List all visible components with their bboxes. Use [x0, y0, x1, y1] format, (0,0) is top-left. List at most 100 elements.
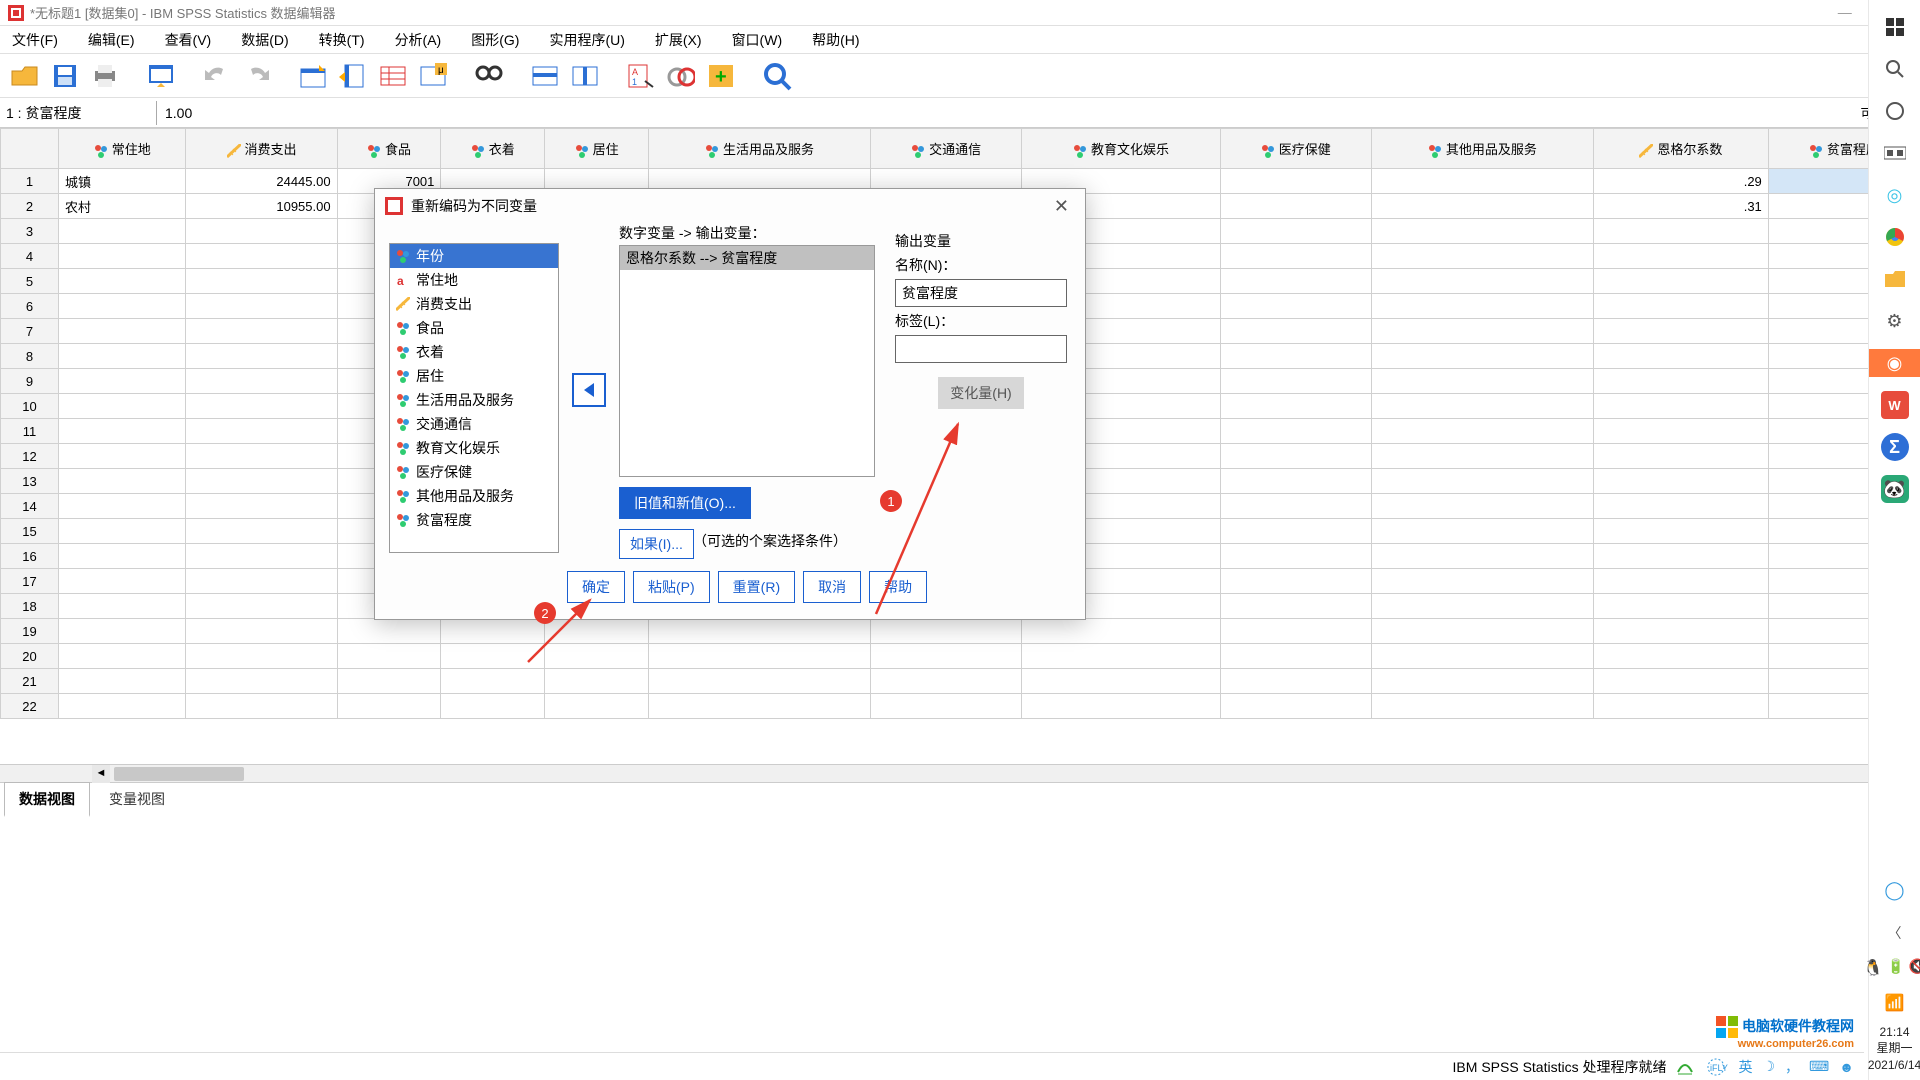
system-clock[interactable]: 21:14 星期一 2021/6/14 [1868, 1024, 1920, 1080]
cell[interactable] [1220, 244, 1371, 269]
menu-analyze[interactable]: 分析(A) [389, 28, 448, 52]
variable-list[interactable]: 年份a常住地消费支出食品衣着居住生活用品及服务交通通信教育文化娱乐医疗保健其他用… [389, 243, 559, 553]
row-header[interactable]: 17 [1, 569, 59, 594]
old-new-values-button[interactable]: 旧值和新值(O)... [619, 487, 751, 519]
row-header[interactable]: 1 [1, 169, 59, 194]
cell[interactable] [1593, 394, 1768, 419]
tray-volume-icon[interactable]: 🔇 [1908, 958, 1920, 978]
cell[interactable] [1593, 219, 1768, 244]
tray-qq-icon[interactable]: 🐧 [1863, 958, 1883, 978]
cell[interactable] [59, 494, 186, 519]
cell[interactable] [186, 219, 337, 244]
cancel-button[interactable]: 取消 [803, 571, 861, 603]
cell[interactable] [871, 644, 1022, 669]
cell[interactable] [337, 669, 441, 694]
undo-icon[interactable] [200, 59, 234, 93]
cell[interactable] [1371, 194, 1593, 219]
cell[interactable] [1371, 269, 1593, 294]
cell[interactable] [1371, 594, 1593, 619]
cell[interactable] [186, 644, 337, 669]
cell[interactable] [1593, 469, 1768, 494]
select-cases-icon[interactable]: + [704, 59, 738, 93]
cell[interactable] [648, 669, 870, 694]
column-header[interactable]: 居住 [545, 129, 649, 169]
cell[interactable] [1022, 694, 1220, 719]
task-view-icon[interactable] [1881, 139, 1909, 167]
cell[interactable] [1220, 419, 1371, 444]
cell[interactable] [1371, 544, 1593, 569]
minimize-button[interactable]: ― [1838, 4, 1852, 21]
variable-list-item[interactable]: 食品 [390, 316, 558, 340]
row-header[interactable]: 21 [1, 669, 59, 694]
insert-variable-icon[interactable] [568, 59, 602, 93]
cell[interactable] [59, 244, 186, 269]
cell[interactable] [1220, 394, 1371, 419]
cell[interactable] [1593, 344, 1768, 369]
cell[interactable] [59, 669, 186, 694]
cell[interactable] [1220, 669, 1371, 694]
cell[interactable] [1022, 669, 1220, 694]
cell[interactable] [871, 694, 1022, 719]
variable-list-item[interactable]: 医疗保健 [390, 460, 558, 484]
run-descriptives-icon[interactable]: μ [416, 59, 450, 93]
cell[interactable] [1220, 294, 1371, 319]
chrome-icon[interactable] [1881, 223, 1909, 251]
row-header[interactable]: 7 [1, 319, 59, 344]
mapping-list[interactable]: 恩格尔系数 --> 贫富程度 [619, 245, 875, 477]
scroll-left-button[interactable]: ◄ [92, 765, 110, 783]
column-header[interactable]: 其他用品及服务 [1371, 129, 1593, 169]
tag-input[interactable] [895, 335, 1067, 363]
row-header[interactable]: 11 [1, 419, 59, 444]
cell[interactable] [59, 519, 186, 544]
cell[interactable] [1371, 694, 1593, 719]
column-header[interactable]: 教育文化娱乐 [1022, 129, 1220, 169]
name-input[interactable] [895, 279, 1067, 307]
cell[interactable] [59, 644, 186, 669]
redo-icon[interactable] [240, 59, 274, 93]
cell[interactable] [59, 344, 186, 369]
cell[interactable]: 城镇 [59, 169, 186, 194]
cell[interactable] [186, 694, 337, 719]
cell[interactable] [1220, 644, 1371, 669]
cell[interactable] [1593, 294, 1768, 319]
column-header[interactable]: 医疗保健 [1220, 129, 1371, 169]
cell[interactable] [1593, 544, 1768, 569]
horizontal-scrollbar[interactable]: ◄ ► [0, 764, 1920, 782]
cell-value-input[interactable]: 1.00 [156, 101, 1851, 125]
ok-button[interactable]: 确定 [567, 571, 625, 603]
start-icon[interactable] [1881, 13, 1909, 41]
cell[interactable] [441, 694, 545, 719]
cell[interactable] [59, 219, 186, 244]
menu-edit[interactable]: 编辑(E) [82, 28, 141, 52]
cell[interactable] [186, 544, 337, 569]
cell[interactable] [1220, 319, 1371, 344]
cell[interactable] [648, 619, 870, 644]
cell[interactable] [1593, 619, 1768, 644]
insert-cases-icon[interactable] [528, 59, 562, 93]
row-header[interactable]: 14 [1, 494, 59, 519]
cell[interactable] [59, 394, 186, 419]
value-labels-icon[interactable] [760, 59, 794, 93]
cell[interactable] [186, 244, 337, 269]
variable-list-item[interactable]: a常住地 [390, 268, 558, 292]
cell[interactable] [186, 419, 337, 444]
column-header[interactable]: 交通通信 [871, 129, 1022, 169]
row-header[interactable]: 13 [1, 469, 59, 494]
goto-case-icon[interactable] [296, 59, 330, 93]
variable-list-item[interactable]: 其他用品及服务 [390, 484, 558, 508]
cell[interactable] [1371, 444, 1593, 469]
cell[interactable] [1371, 644, 1593, 669]
column-header[interactable]: 恩格尔系数 [1593, 129, 1768, 169]
cell[interactable] [337, 694, 441, 719]
cell[interactable] [59, 419, 186, 444]
weight-cases-icon[interactable] [664, 59, 698, 93]
cell[interactable] [337, 619, 441, 644]
explorer-icon[interactable] [1881, 265, 1909, 293]
tab-data-view[interactable]: 数据视图 [4, 782, 90, 817]
row-header[interactable]: 2 [1, 194, 59, 219]
cell[interactable] [545, 644, 649, 669]
cell[interactable] [1371, 244, 1593, 269]
menu-help[interactable]: 帮助(H) [806, 28, 865, 52]
cell[interactable] [186, 569, 337, 594]
variable-list-item[interactable]: 生活用品及服务 [390, 388, 558, 412]
